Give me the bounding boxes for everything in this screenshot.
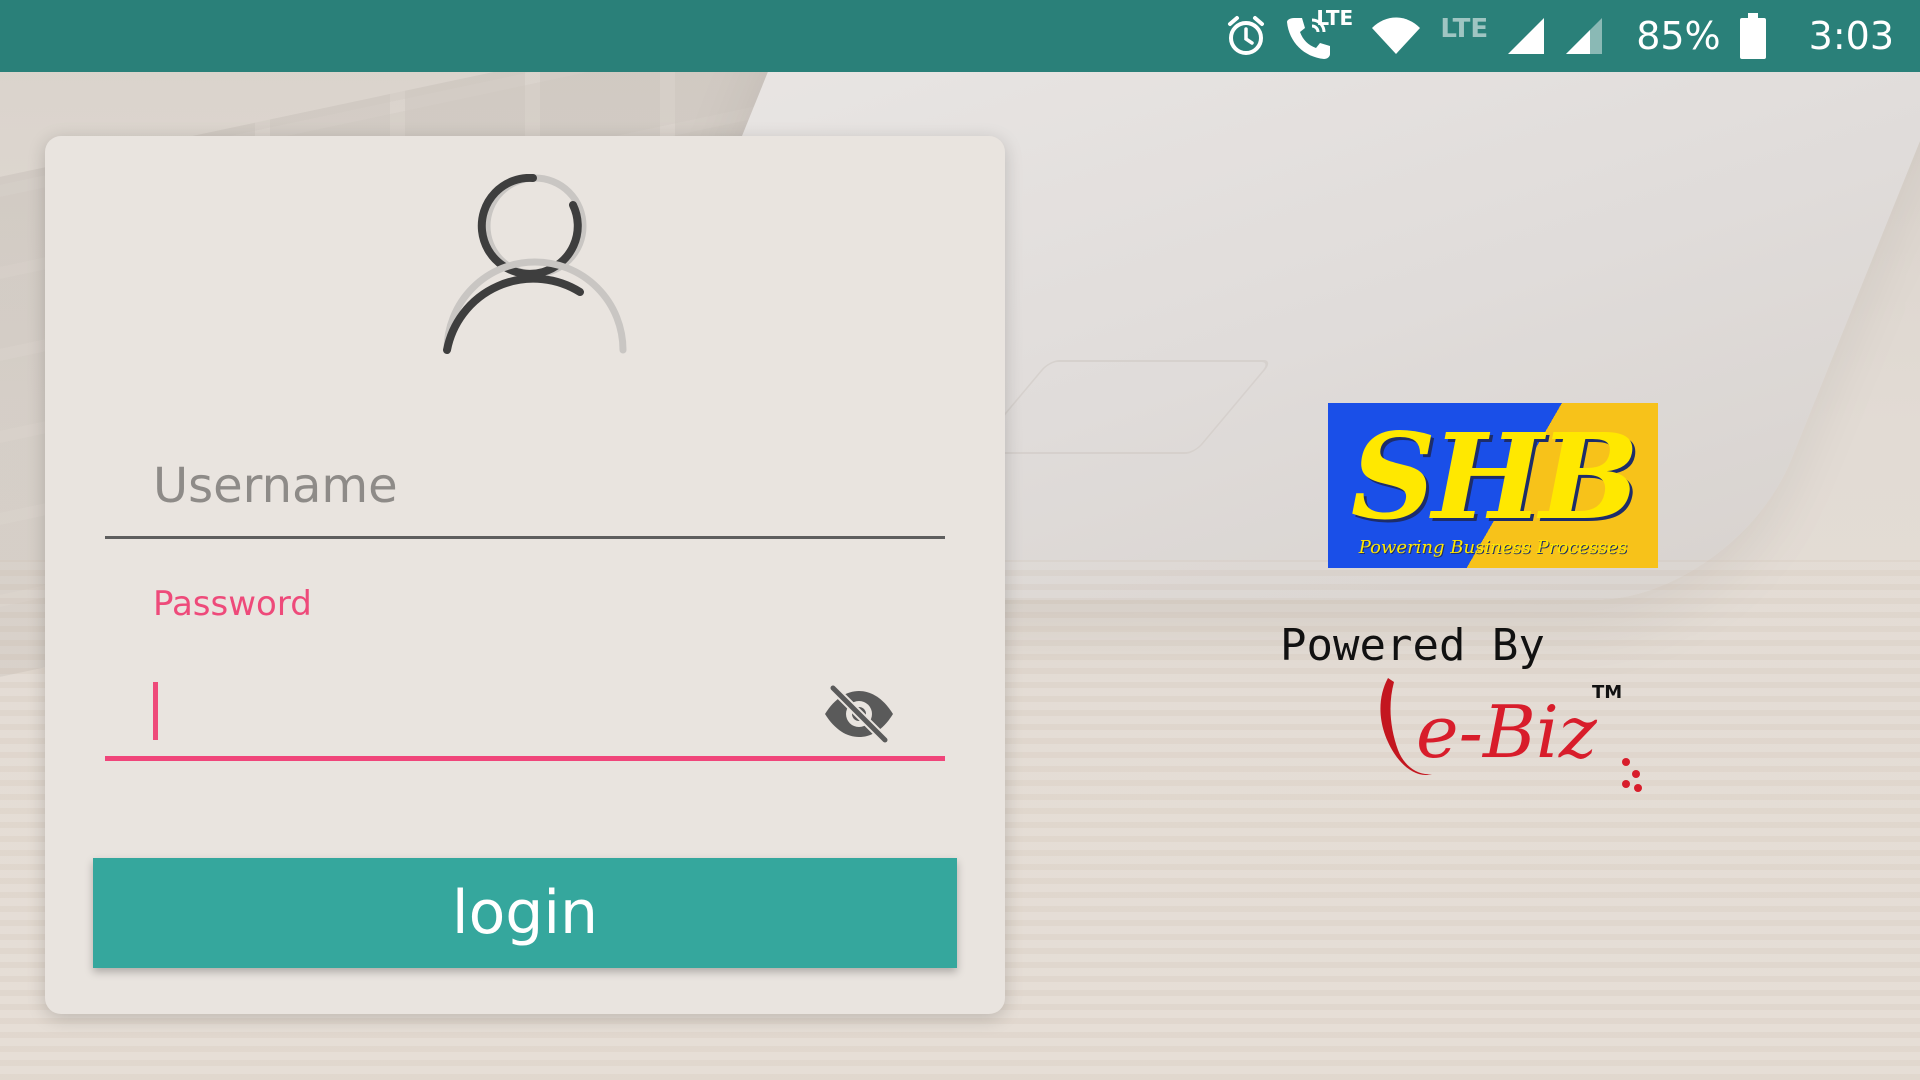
battery-icon [1739, 13, 1767, 59]
shb-logo: SHB Powering Business Processes [1328, 403, 1658, 568]
visibility-off-icon[interactable] [823, 684, 895, 744]
signal-icon [1564, 16, 1604, 56]
user-avatar-icon [443, 174, 627, 354]
ebiz-logo: e-Biz TM [1370, 670, 1650, 800]
username-field[interactable] [105, 436, 945, 539]
clock: 3:03 [1808, 14, 1894, 58]
username-input[interactable] [105, 436, 945, 536]
wifi-icon [1370, 16, 1422, 56]
wifi-calling-icon: LTE [1286, 6, 1353, 60]
signal-icon [1506, 16, 1546, 56]
call-network-label: LTE [1316, 6, 1354, 30]
ebiz-logo-text: e-Biz [1416, 690, 1597, 774]
password-field[interactable] [105, 656, 945, 761]
login-card: Password login [45, 136, 1005, 1014]
shb-logo-text: SHB [1350, 407, 1639, 546]
password-input[interactable] [105, 656, 845, 756]
trademark-mark: TM [1592, 682, 1623, 703]
text-cursor [153, 682, 158, 740]
alarm-icon [1224, 14, 1268, 58]
network-type-label: LTE [1440, 14, 1489, 44]
status-bar: LTE LTE 85% 3:03 [0, 0, 1920, 72]
battery-percentage: 85% [1636, 14, 1721, 58]
login-button[interactable]: login [93, 858, 957, 968]
password-label: Password [153, 584, 312, 624]
shb-logo-tagline: Powering Business Processes [1358, 537, 1628, 558]
powered-by-label: Powered By [1280, 620, 1545, 671]
